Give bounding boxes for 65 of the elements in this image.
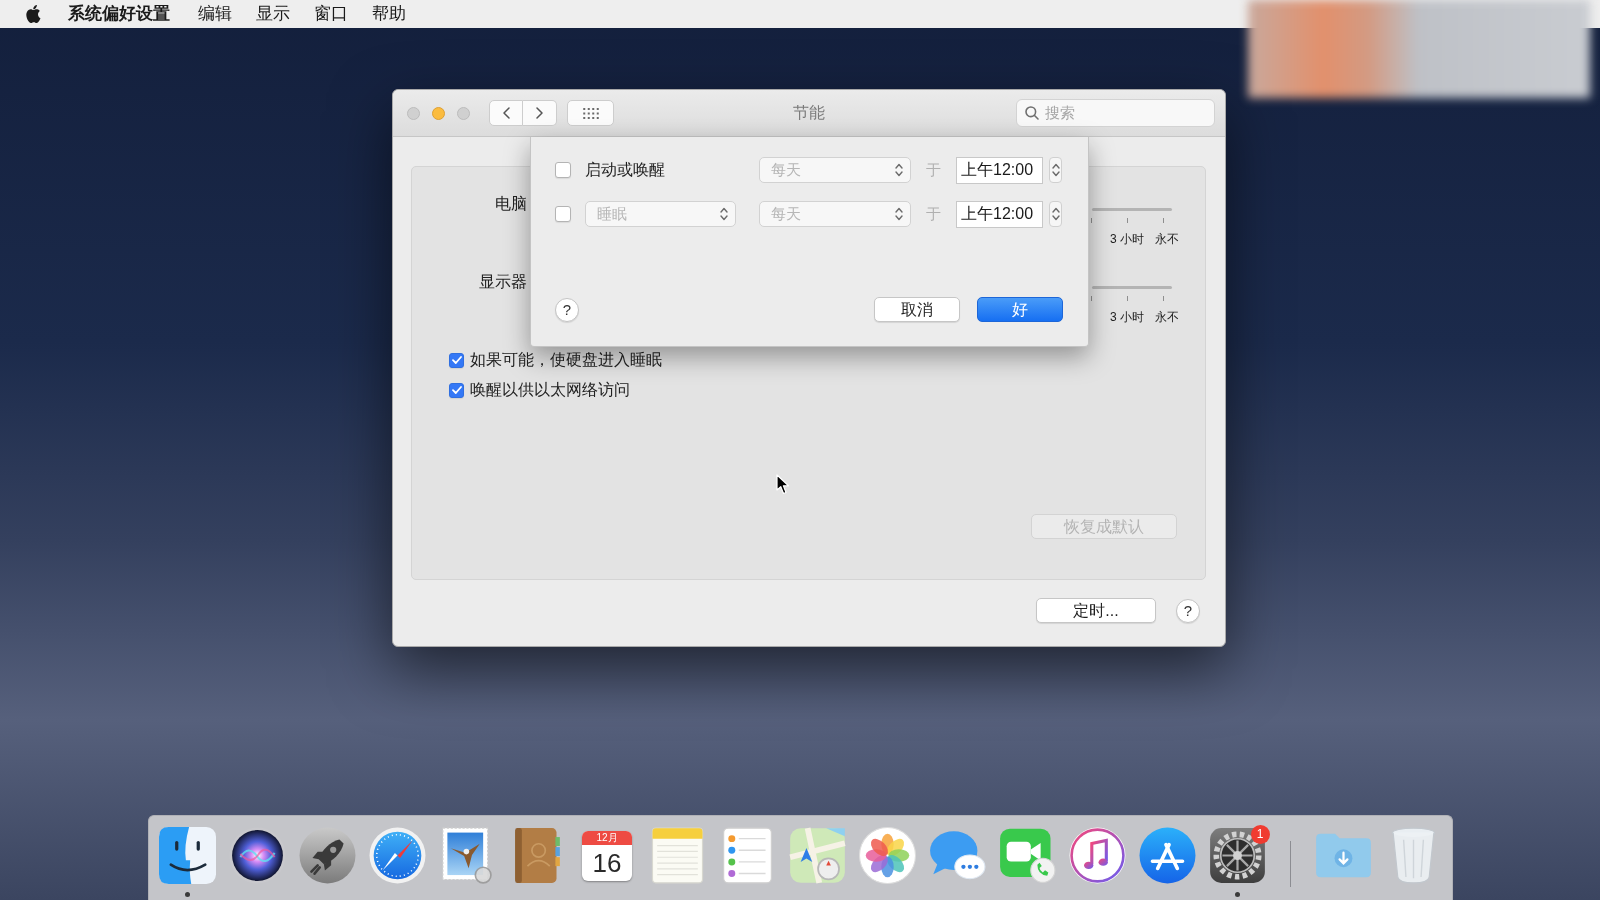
up-down-chevron-icon bbox=[1051, 163, 1060, 177]
checkbox[interactable] bbox=[555, 162, 571, 178]
menu-item[interactable]: 编辑 bbox=[198, 3, 232, 25]
time-field[interactable]: 上午12:00 bbox=[956, 200, 1043, 228]
time-stepper[interactable] bbox=[1049, 201, 1062, 227]
compass-icon[interactable] bbox=[368, 827, 426, 884]
apple-icon[interactable] bbox=[26, 5, 41, 23]
scale-label: 3 小时 bbox=[1110, 310, 1144, 325]
map-icon[interactable] bbox=[788, 827, 846, 884]
chevron-right-icon bbox=[536, 107, 543, 119]
slider-track[interactable] bbox=[1092, 286, 1172, 289]
app-menu[interactable]: 系统偏好设置 bbox=[68, 3, 170, 25]
menu-item[interactable]: 显示 bbox=[256, 3, 290, 25]
up-down-chevron-icon bbox=[895, 207, 903, 221]
checkbox-label: 唤醒以供以太网络访问 bbox=[470, 380, 630, 400]
flower-icon[interactable] bbox=[858, 827, 916, 884]
calendar-month: 12月 bbox=[596, 831, 618, 844]
slider-tick bbox=[1163, 218, 1164, 223]
ok-button[interactable]: 好 bbox=[977, 297, 1063, 322]
video-camera-icon[interactable] bbox=[998, 827, 1056, 884]
scale-label: 永不 bbox=[1155, 310, 1179, 325]
window-title: 节能 bbox=[793, 103, 825, 123]
setting-label: 显示器 bbox=[479, 272, 527, 292]
mouse-pointer-icon bbox=[776, 474, 790, 495]
help-button[interactable]: ? bbox=[1176, 598, 1200, 623]
smiling-face-icon[interactable] bbox=[158, 827, 216, 884]
cancel-button[interactable]: 取消 bbox=[874, 297, 960, 322]
help-button[interactable]: ? bbox=[555, 297, 579, 322]
time-stepper[interactable] bbox=[1049, 157, 1062, 183]
forward-button[interactable] bbox=[523, 100, 557, 126]
checkbox[interactable] bbox=[449, 382, 464, 398]
checkmark-icon bbox=[451, 386, 462, 394]
checkbox-label: 如果可能，使硬盘进入睡眠 bbox=[470, 350, 662, 370]
time-field[interactable]: 上午12:00 bbox=[956, 156, 1043, 184]
search-icon bbox=[1025, 106, 1039, 120]
slider-track[interactable] bbox=[1092, 208, 1172, 211]
scale-label: 永不 bbox=[1155, 232, 1179, 247]
menu-item[interactable]: 帮助 bbox=[372, 3, 406, 25]
setting-label: 电脑 bbox=[495, 194, 527, 214]
slider-tick bbox=[1091, 218, 1092, 223]
up-down-chevron-icon bbox=[895, 163, 903, 177]
letter-a-icon[interactable] bbox=[1138, 827, 1196, 884]
checkbox[interactable] bbox=[555, 206, 571, 222]
back-button[interactable] bbox=[489, 100, 523, 126]
show-all-button[interactable] bbox=[567, 100, 614, 126]
grid-icon bbox=[582, 107, 599, 119]
chevron-left-icon bbox=[502, 107, 510, 119]
slider-tick bbox=[1127, 296, 1128, 301]
at-label: 于 bbox=[926, 159, 941, 180]
gear-icon[interactable] bbox=[1208, 827, 1266, 884]
slider-tick bbox=[1091, 296, 1092, 301]
schedule-button[interactable]: 定时... bbox=[1036, 598, 1156, 623]
slider-tick bbox=[1127, 218, 1128, 223]
up-down-chevron-icon bbox=[1051, 207, 1060, 221]
at-label: 于 bbox=[926, 203, 941, 224]
menu-item[interactable]: 窗口 bbox=[314, 3, 348, 25]
up-down-chevron-icon bbox=[720, 207, 728, 221]
event-label: 启动或唤醒 bbox=[585, 160, 665, 180]
slider-tick bbox=[1163, 296, 1164, 301]
minimize-button[interactable] bbox=[432, 106, 445, 120]
scale-label: 3 小时 bbox=[1110, 232, 1144, 247]
calendar-day: 16 bbox=[592, 848, 622, 877]
checkmark-icon bbox=[451, 356, 462, 364]
music-note-icon[interactable] bbox=[1068, 827, 1126, 884]
checkbox[interactable] bbox=[449, 352, 464, 368]
